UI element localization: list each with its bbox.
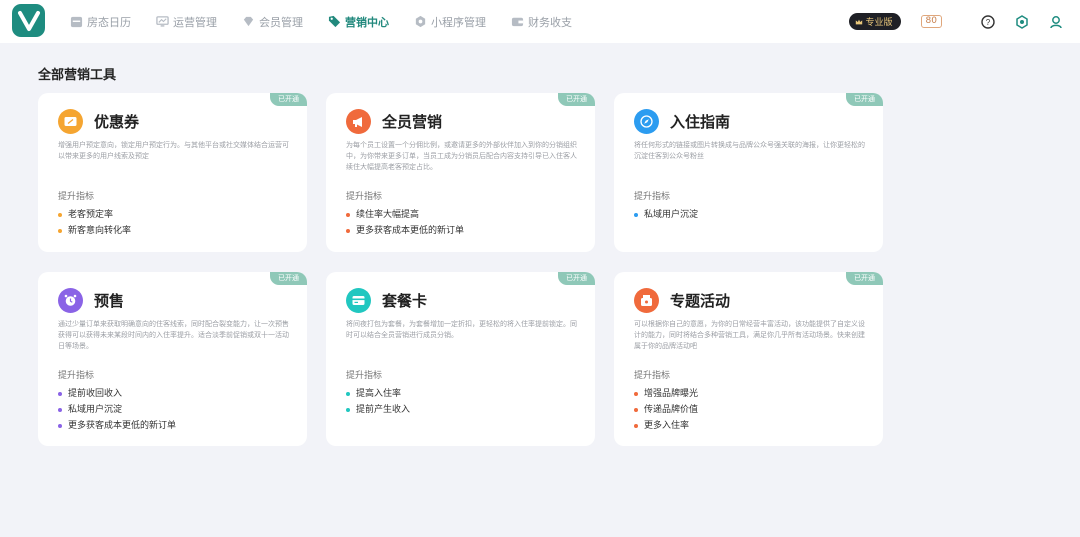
help-button[interactable]: ? — [980, 14, 996, 30]
list-item: 传递品牌价值 — [634, 402, 698, 418]
card-title: 入住指南 — [670, 113, 731, 131]
metric-label: 提升指标 — [346, 371, 383, 381]
card-description: 为每个员工设置一个分佣比例，或邀请更多的外部伙伴加入到你的分销组织中，为你带来更… — [346, 141, 577, 171]
diamond-icon — [243, 16, 254, 27]
main-nav: 房态日历 运营管理 会员管理 营销中心 小程序管理 财务收支 — [70, 0, 597, 43]
nav-label: 小程序管理 — [431, 15, 486, 29]
list-item: 增强品牌曝光 — [634, 386, 698, 402]
metric-label: 提升指标 — [634, 371, 671, 381]
card-description: 将任何形式的链接或图片转换成与品牌公众号强关联的海报，让你更轻松的沉淀住客到公众… — [634, 141, 865, 160]
opened-badge: 已开通 — [558, 272, 595, 285]
user-profile-button[interactable] — [1048, 14, 1064, 30]
opened-badge: 已开通 — [270, 93, 307, 106]
list-item: 老客预定率 — [58, 207, 131, 223]
nav-item-marketing[interactable]: 营销中心 — [328, 0, 389, 43]
card-description: 通过少量订单来获取明确意向的住客线索，同时配合裂变能力，让一次预售获得可以获得未… — [58, 320, 289, 350]
card-description: 可以根据你自己的意愿，为你的日常经营丰富活动，该功能提供了自定义设计的能力，同时… — [634, 320, 865, 350]
opened-badge: 已开通 — [270, 272, 307, 285]
coupon-icon — [58, 109, 83, 134]
alarm-clock-icon — [58, 288, 83, 313]
card-description: 增强用户预定意向，锁定用户预定行为。与其他平台或社交媒体结合运营可以带来更多的用… — [58, 141, 289, 160]
nav-item-operations[interactable]: 运营管理 — [156, 0, 217, 43]
metric-label: 提升指标 — [58, 192, 95, 202]
list-item: 私域用户沉淀 — [634, 207, 698, 223]
gear-icon — [1016, 14, 1028, 29]
count-badge[interactable]: 80 — [920, 15, 942, 28]
metric-list: 提前收回收入 私域用户沉淀 更多获客成本更低的新订单 — [58, 386, 176, 434]
nav-label: 会员管理 — [259, 15, 303, 29]
metric-label: 提升指标 — [346, 192, 383, 202]
nav-item-finance[interactable]: 财务收支 — [511, 0, 572, 43]
opened-badge: 已开通 — [558, 93, 595, 106]
app-logo[interactable] — [12, 4, 45, 37]
svg-text:?: ? — [986, 18, 991, 27]
nav-item-calendar[interactable]: 房态日历 — [70, 0, 131, 43]
card-title: 优惠券 — [94, 113, 140, 131]
logo-v-icon — [17, 10, 40, 31]
list-item: 续住率大幅提高 — [346, 207, 464, 223]
marketing-tool-card[interactable]: 已开通 专题活动 可以根据你自己的意愿，为你的日常经营丰富活动，该功能提供了自定… — [614, 272, 883, 446]
mini-program-icon — [415, 15, 426, 28]
list-item: 更多入住率 — [634, 418, 698, 434]
metric-list: 提高入住率 提前产生收入 — [346, 386, 410, 418]
user-icon — [1050, 15, 1062, 28]
metric-list: 私域用户沉淀 — [634, 207, 698, 223]
list-item: 更多获客成本更低的新订单 — [346, 223, 464, 239]
gift-icon — [634, 288, 659, 313]
card-icon — [346, 288, 371, 313]
nav-item-members[interactable]: 会员管理 — [242, 0, 303, 43]
top-navbar: 房态日历 运营管理 会员管理 营销中心 小程序管理 财务收支 专业版 80 ? — [0, 0, 1080, 43]
marketing-tool-card[interactable]: 已开通 全员营销 为每个员工设置一个分佣比例，或邀请更多的外部伙伴加入到你的分销… — [326, 93, 595, 252]
opened-badge: 已开通 — [846, 93, 883, 106]
metric-list: 老客预定率 新客意向转化率 — [58, 207, 131, 239]
metric-list: 增强品牌曝光 传递品牌价值 更多入住率 — [634, 386, 698, 434]
monitor-chart-icon — [156, 16, 169, 27]
help-icon: ? — [981, 14, 995, 29]
card-description: 将间夜打包为套餐，为套餐增加一定折扣，更轻松的将入住率提前锁定。同时可以结合全员… — [346, 320, 577, 339]
pro-version-badge[interactable]: 专业版 — [848, 13, 901, 30]
nav-item-mini-program[interactable]: 小程序管理 — [414, 0, 486, 43]
marketing-tool-card[interactable]: 已开通 套餐卡 将间夜打包为套餐，为套餐增加一定折扣，更轻松的将入住率提前锁定。… — [326, 272, 595, 446]
compass-icon — [634, 109, 659, 134]
metric-label: 提升指标 — [58, 371, 95, 381]
list-item: 提前收回收入 — [58, 386, 176, 402]
list-item: 提高入住率 — [346, 386, 410, 402]
crown-icon — [855, 19, 862, 24]
metric-label: 提升指标 — [634, 192, 671, 202]
nav-label: 运营管理 — [173, 15, 217, 29]
wallet-icon — [511, 17, 524, 27]
nav-label: 财务收支 — [528, 15, 572, 29]
marketing-tool-card[interactable]: 已开通 优惠券 增强用户预定意向，锁定用户预定行为。与其他平台或社交媒体结合运营… — [38, 93, 307, 252]
tag-icon — [328, 15, 341, 28]
settings-button[interactable] — [1014, 14, 1030, 30]
megaphone-icon — [346, 109, 371, 134]
nav-label: 房态日历 — [87, 15, 131, 29]
opened-badge: 已开通 — [846, 272, 883, 285]
marketing-tool-card[interactable]: 已开通 入住指南 将任何形式的链接或图片转换成与品牌公众号强关联的海报，让你更轻… — [614, 93, 883, 252]
card-title: 套餐卡 — [382, 292, 428, 310]
metric-list: 续住率大幅提高 更多获客成本更低的新订单 — [346, 207, 464, 239]
marketing-tool-card[interactable]: 已开通 预售 通过少量订单来获取明确意向的住客线索，同时配合裂变能力，让一次预售… — [38, 272, 307, 446]
pro-badge-label: 专业版 — [865, 18, 893, 28]
page-title: 全部营销工具 — [38, 68, 117, 83]
card-title: 预售 — [94, 292, 125, 310]
list-item: 更多获客成本更低的新订单 — [58, 418, 176, 434]
card-title: 专题活动 — [670, 292, 731, 310]
list-item: 新客意向转化率 — [58, 223, 131, 239]
list-item: 提前产生收入 — [346, 402, 410, 418]
calendar-icon — [70, 16, 83, 28]
nav-label: 营销中心 — [345, 15, 389, 29]
card-title: 全员营销 — [382, 113, 443, 131]
list-item: 私域用户沉淀 — [58, 402, 176, 418]
nav-right-tools: 专业版 80 ? — [848, 0, 1064, 43]
